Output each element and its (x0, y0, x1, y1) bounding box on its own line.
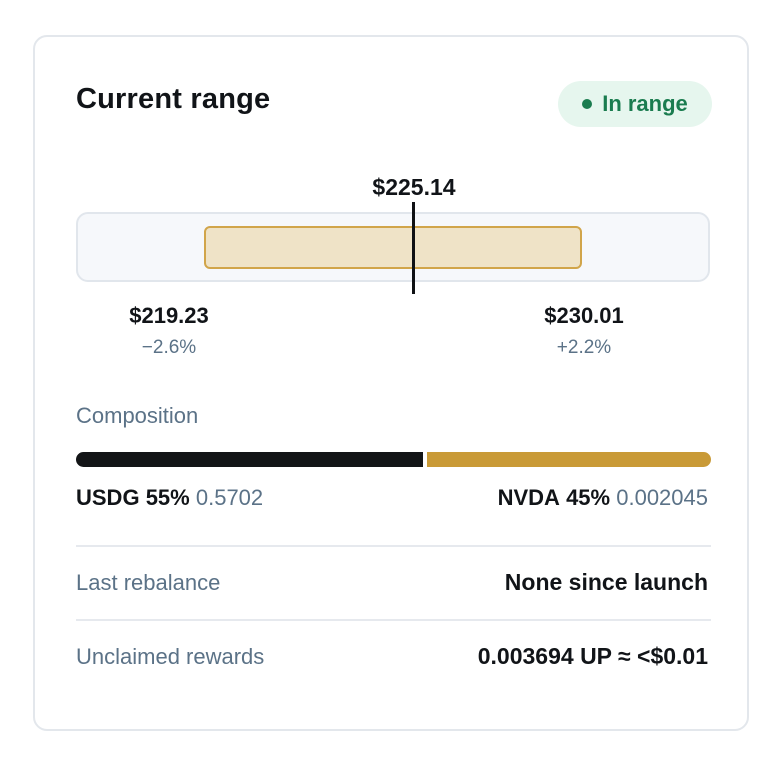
status-dot-icon (582, 99, 593, 109)
lower-bound-change: −2.6% (141, 337, 197, 358)
in-range-badge: In range (558, 81, 712, 127)
lower-bound-price: $219.23 (129, 303, 209, 328)
asset-usdg-amount: 0.5702 (195, 485, 264, 510)
current-price-marker (412, 202, 415, 294)
composition-label: Composition (76, 403, 199, 428)
composition-bar-usdg (76, 452, 423, 467)
composition-bar-nvda (427, 452, 711, 467)
last-rebalance-label: Last rebalance (76, 570, 221, 595)
last-rebalance-value: None since launch (504, 569, 708, 595)
active-range-fill (204, 226, 582, 269)
status-label: In range (602, 91, 688, 116)
divider (76, 619, 711, 621)
asset-nvda-amount: 0.002045 (616, 485, 708, 510)
asset-usdg-name: USDG (76, 485, 140, 510)
asset-nvda-percent: 45% (566, 485, 611, 510)
upper-bound-price: $230.01 (544, 303, 624, 328)
asset-nvda: NVDA 45% 0.002045 (498, 485, 708, 511)
current-range-card: Current range In range $225.14 $219.23 −… (33, 35, 749, 731)
unclaimed-rewards-value: 0.003694 UP ≈ <$0.01 (477, 643, 708, 669)
lower-bound: $219.23 −2.6% (129, 303, 209, 359)
upper-bound: $230.01 +2.2% (544, 303, 624, 359)
asset-nvda-name: NVDA (497, 485, 560, 510)
card-title: Current range (76, 83, 271, 115)
composition-bar (76, 452, 711, 467)
unclaimed-rewards-label: Unclaimed rewards (76, 644, 265, 669)
asset-usdg-percent: 55% (145, 485, 190, 510)
upper-bound-change: +2.2% (556, 337, 612, 358)
current-price-label: $225.14 (372, 174, 456, 200)
asset-usdg: USDG 55% 0.5702 (76, 485, 263, 511)
divider (76, 545, 711, 547)
